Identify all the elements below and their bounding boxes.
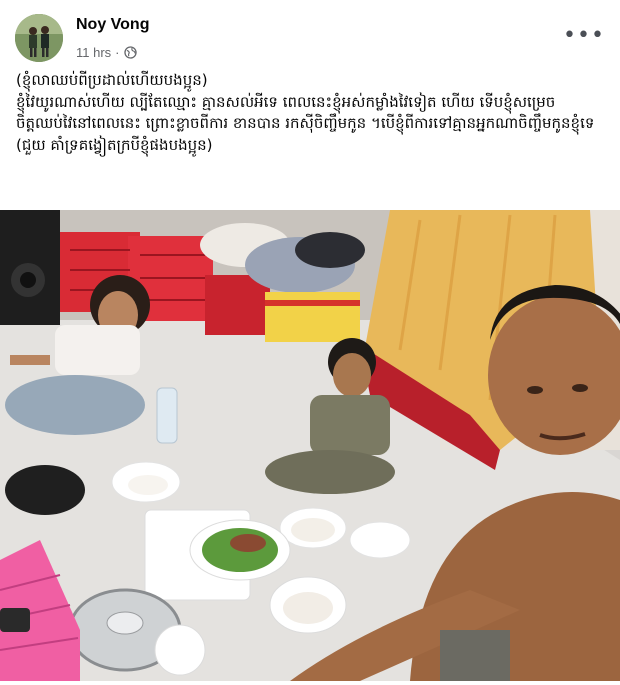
more-horizontal-icon: •••	[563, 23, 605, 48]
post-photo[interactable]	[0, 210, 620, 681]
post-header: Noy Vong 11 hrs · •••	[0, 0, 620, 68]
meta-separator: ·	[115, 45, 120, 60]
post-time[interactable]: 11 hrs	[76, 45, 111, 60]
post-meta: 11 hrs ·	[76, 45, 137, 60]
post-text: (ខ្ញុំលាឈប់ពីប្រដាល់ហើយបងប្អូន) ខ្ញុំវៃយ…	[16, 71, 595, 154]
globe-icon[interactable]	[123, 46, 137, 59]
avatar[interactable]	[15, 14, 63, 62]
more-options-button[interactable]: •••	[563, 22, 604, 50]
author-name[interactable]: Noy Vong	[76, 16, 149, 34]
